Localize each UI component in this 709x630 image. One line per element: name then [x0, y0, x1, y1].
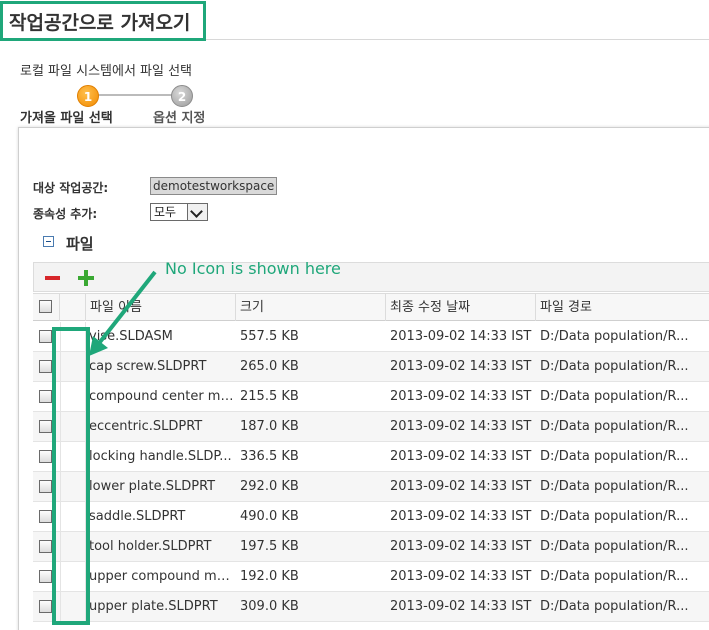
table-row[interactable]: locking handle.SLDP... 336.5 KB 2013-09-…: [33, 442, 709, 472]
row-checkbox[interactable]: [39, 450, 52, 463]
file-date: 2013-09-02 14:33 IST: [390, 449, 532, 464]
file-name: eccentric.SLDPRT: [89, 419, 203, 434]
column-header-name[interactable]: 파일 이름: [86, 294, 236, 321]
file-date: 2013-09-02 14:33 IST: [390, 389, 532, 404]
header-select-all-cell: [33, 294, 60, 321]
file-name: upper compound me...: [89, 569, 235, 584]
wizard-step-1-label[interactable]: 가져올 파일 선택: [20, 107, 113, 126]
row-checkbox[interactable]: [39, 360, 52, 373]
file-size: 187.0 KB: [240, 419, 299, 434]
wizard-step-connector: [96, 94, 176, 96]
file-size: 215.5 KB: [240, 389, 299, 404]
files-section-title: 파일: [66, 235, 94, 253]
row-checkbox[interactable]: [39, 330, 52, 343]
chevron-down-icon[interactable]: [187, 204, 207, 220]
file-size: 490.0 KB: [240, 509, 299, 524]
file-size: 557.5 KB: [240, 329, 299, 344]
file-size: 292.0 KB: [240, 479, 299, 494]
remove-icon[interactable]: [45, 276, 60, 280]
wizard-step-2-indicator[interactable]: 2: [171, 85, 193, 107]
workspace-label: 대상 작업공간:: [33, 181, 109, 195]
file-date: 2013-09-02 14:33 IST: [390, 509, 532, 524]
file-date: 2013-09-02 14:33 IST: [390, 599, 532, 614]
column-header-path[interactable]: 파일 경로: [536, 294, 709, 321]
annotation-text: No Icon is shown here: [165, 259, 341, 278]
column-header-date[interactable]: 최종 수정 날짜: [386, 294, 536, 321]
row-checkbox[interactable]: [39, 540, 52, 553]
add-icon[interactable]: [78, 270, 94, 286]
file-date: 2013-09-02 14:33 IST: [390, 419, 532, 434]
file-name: saddle.SLDPRT: [89, 509, 186, 524]
file-date: 2013-09-02 14:33 IST: [390, 479, 532, 494]
header-icon-column: [60, 294, 86, 321]
file-path: D:/Data population/R...: [540, 359, 689, 374]
file-name: cap screw.SLDPRT: [89, 359, 207, 374]
file-path: D:/Data population/R...: [540, 329, 689, 344]
table-row[interactable]: vise.SLDASM 557.5 KB 2013-09-02 14:33 IS…: [33, 322, 709, 352]
file-size: 309.0 KB: [240, 599, 299, 614]
workspace-field: demotestworkspace: [150, 177, 278, 195]
file-name: upper plate.SLDPRT: [89, 599, 218, 614]
file-path: D:/Data population/R...: [540, 599, 689, 614]
annotation-highlight-box: [52, 327, 90, 625]
file-name: lower plate.SLDPRT: [89, 479, 216, 494]
column-header-size[interactable]: 크기: [236, 294, 386, 321]
file-date: 2013-09-02 14:33 IST: [390, 539, 532, 554]
table-row[interactable]: cap screw.SLDPRT 265.0 KB 2013-09-02 14:…: [33, 352, 709, 382]
dependency-select[interactable]: 모두: [150, 203, 208, 221]
file-name: tool holder.SLDPRT: [89, 539, 212, 554]
table-header: 파일 이름 크기 최종 수정 날짜 파일 경로: [33, 293, 709, 321]
dependency-select-value: 모두: [154, 205, 177, 219]
file-date: 2013-09-02 14:33 IST: [390, 569, 532, 584]
table-row[interactable]: lower plate.SLDPRT 292.0 KB 2013-09-02 1…: [33, 472, 709, 502]
collapse-toggle-icon[interactable]: [43, 236, 54, 247]
file-date: 2013-09-02 14:33 IST: [390, 359, 532, 374]
file-path: D:/Data population/R...: [540, 479, 689, 494]
file-path: D:/Data population/R...: [540, 389, 689, 404]
row-checkbox[interactable]: [39, 510, 52, 523]
file-name: compound center me...: [89, 389, 235, 404]
wizard-step-1-indicator[interactable]: 1: [77, 85, 99, 107]
file-path: D:/Data population/R...: [540, 569, 689, 584]
page-title: 작업공간으로 가져오기: [9, 12, 191, 34]
file-name: vise.SLDASM: [89, 329, 173, 344]
table-row[interactable]: saddle.SLDPRT 490.0 KB 2013-09-02 14:33 …: [33, 502, 709, 532]
row-checkbox[interactable]: [39, 390, 52, 403]
table-row[interactable]: upper plate.SLDPRT 309.0 KB 2013-09-02 1…: [33, 592, 709, 622]
select-all-checkbox[interactable]: [39, 300, 52, 313]
file-path: D:/Data population/R...: [540, 539, 689, 554]
table-row[interactable]: eccentric.SLDPRT 187.0 KB 2013-09-02 14:…: [33, 412, 709, 442]
dependency-label: 종속성 추가:: [33, 207, 98, 221]
row-checkbox[interactable]: [39, 570, 52, 583]
file-path: D:/Data population/R...: [540, 449, 689, 464]
title-highlight-box: 작업공간으로 가져오기: [0, 1, 206, 41]
file-path: D:/Data population/R...: [540, 419, 689, 434]
file-name: locking handle.SLDP...: [89, 449, 232, 464]
file-size: 197.5 KB: [240, 539, 299, 554]
table-row[interactable]: tool holder.SLDPRT 197.5 KB 2013-09-02 1…: [33, 532, 709, 562]
row-checkbox[interactable]: [39, 600, 52, 613]
file-size: 192.0 KB: [240, 569, 299, 584]
row-checkbox[interactable]: [39, 480, 52, 493]
file-size: 265.0 KB: [240, 359, 299, 374]
files-toolbar: [33, 262, 709, 292]
row-checkbox[interactable]: [39, 420, 52, 433]
table-row[interactable]: upper compound me... 192.0 KB 2013-09-02…: [33, 562, 709, 592]
file-path: D:/Data population/R...: [540, 509, 689, 524]
file-size: 336.5 KB: [240, 449, 299, 464]
table-row[interactable]: compound center me... 215.5 KB 2013-09-0…: [33, 382, 709, 412]
file-date: 2013-09-02 14:33 IST: [390, 329, 532, 344]
wizard-subtitle: 로컬 파일 시스템에서 파일 선택: [20, 64, 193, 79]
wizard-step-2-label[interactable]: 옵션 지정: [153, 107, 205, 126]
